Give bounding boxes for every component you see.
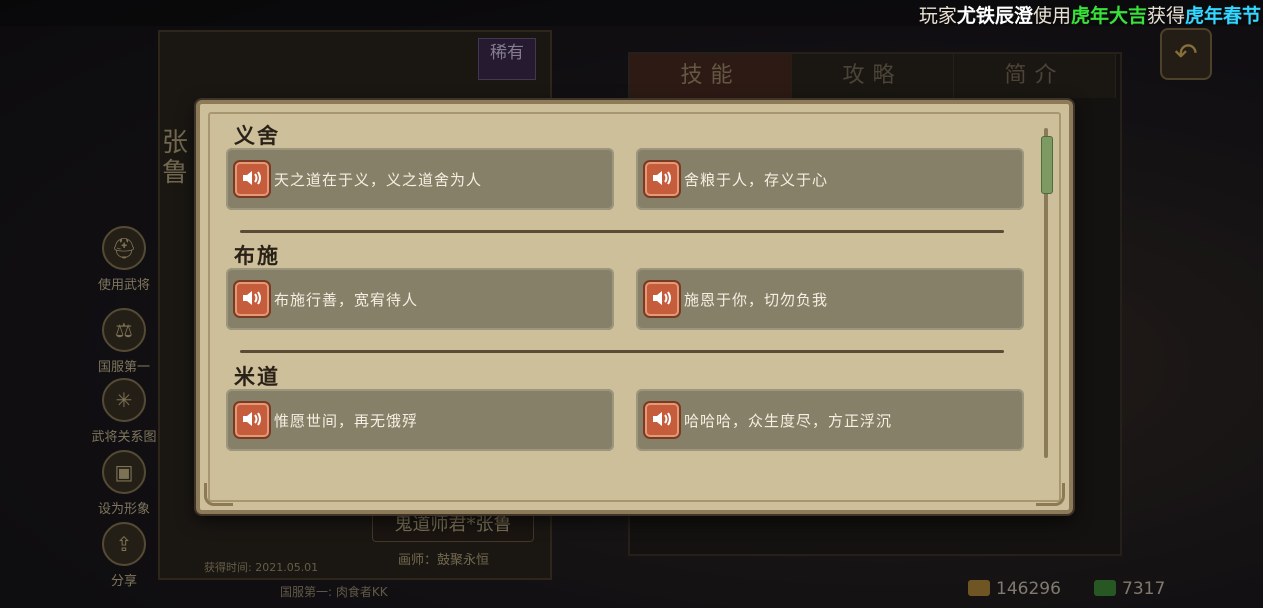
voice-line-text: 惟愿世间，再无饿殍 [274,412,419,430]
section-divider [240,230,1004,233]
frame-corner [204,483,233,506]
section-title-bushi: 布施 [234,243,280,268]
voice-line-card[interactable]: 惟愿世间，再无饿殍 [226,389,614,451]
voice-line-text: 布施行善，宽宥待人 [274,291,419,309]
section-title-yishe: 义舍 [234,123,280,148]
voice-line-card[interactable]: 哈哈哈，众生度尽，方正浮沉 [636,389,1024,451]
voice-line-text: 哈哈哈，众生度尽，方正浮沉 [684,412,893,430]
voice-line-card[interactable]: 施恩于你，切勿负我 [636,268,1024,330]
voice-line-text: 舍粮于人，存义于心 [684,171,829,189]
speaker-icon[interactable] [235,403,269,437]
voice-line-text: 天之道在于义，义之道舍为人 [274,171,483,189]
frame-corner [1036,483,1065,506]
speaker-icon[interactable] [645,403,679,437]
voice-line-text: 施恩于你，切勿负我 [684,291,829,309]
broadcast-text: 玩家尤铁辰澄使用虎年大吉获得虎年春节 [918,5,1261,27]
speaker-icon[interactable] [645,282,679,316]
speaker-icon[interactable] [645,162,679,196]
dialog-scrollbar[interactable] [1040,124,1053,462]
speaker-icon[interactable] [235,282,269,316]
voice-line-card[interactable]: 布施行善，宽宥待人 [226,268,614,330]
speaker-icon[interactable] [235,162,269,196]
broadcast-marquee: 玩家尤铁辰澄使用虎年大吉获得虎年春节 [0,0,1263,27]
scroll-thumb[interactable] [1041,136,1053,194]
section-divider [240,350,1004,353]
voice-line-card[interactable]: 天之道在于义，义之道舍为人 [226,148,614,210]
section-title-midao: 米道 [234,364,280,389]
voice-line-card[interactable]: 舍粮于人，存义于心 [636,148,1024,210]
